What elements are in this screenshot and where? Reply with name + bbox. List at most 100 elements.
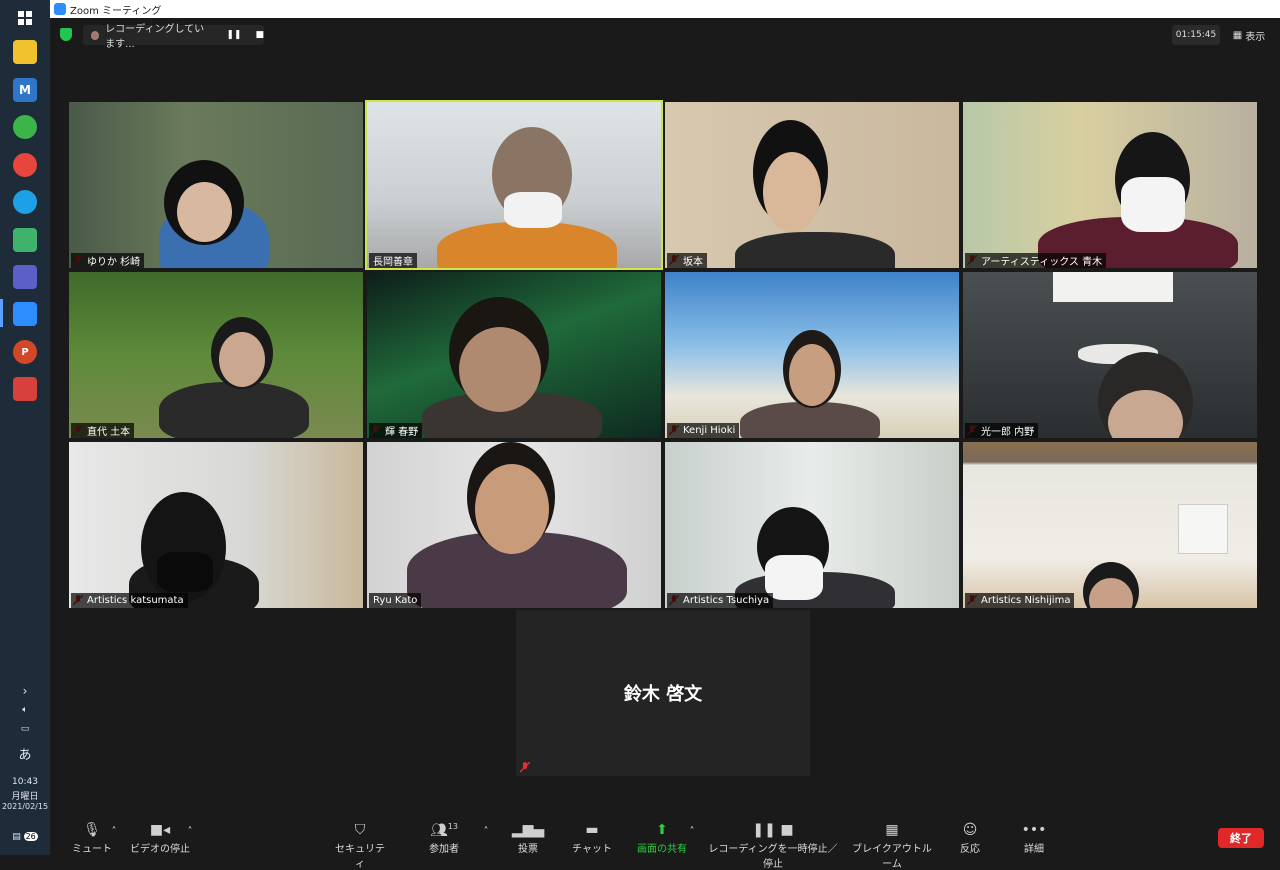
recording-pause-button[interactable]: ❚❚: [226, 30, 241, 40]
air-conditioner: [1178, 504, 1228, 554]
windows-start-icon[interactable]: [13, 6, 37, 30]
chart-app-icon[interactable]: [13, 377, 37, 401]
video-tile-active-speaker[interactable]: 長岡善章: [365, 100, 663, 270]
end-meeting-button[interactable]: 終了: [1218, 828, 1264, 848]
clock-day: 月曜日: [11, 792, 39, 802]
window-titlebar: Zoom ミーティング: [50, 0, 1280, 18]
stop-video-button[interactable]: ■◂ ビデオの停止: [130, 822, 190, 855]
video-tile[interactable]: Artistics Nishijima: [963, 442, 1257, 608]
recording-control-label: レコーディングを一時停止／停止: [708, 844, 838, 870]
notification-icon: ▤: [12, 832, 21, 842]
face-mask: [765, 555, 823, 600]
chevron-up-icon: ˄: [187, 826, 193, 837]
file-explorer-icon[interactable]: [13, 40, 37, 64]
salesforce-icon[interactable]: [13, 190, 37, 214]
video-tile-camera-off[interactable]: 鈴木 啓文: [516, 610, 810, 776]
reactions-button[interactable]: ☺︎ 反応: [956, 822, 984, 855]
window-title: Zoom ミーティング: [70, 5, 162, 17]
encryption-shield-icon[interactable]: [60, 28, 72, 41]
recording-status-text: レコーディングしています...: [105, 24, 205, 50]
chevron-up-icon[interactable]: ›: [0, 684, 50, 698]
mail-app-icon[interactable]: M: [13, 78, 37, 102]
video-tile[interactable]: Artistics Tsuchiya: [665, 442, 959, 608]
recording-stop-button[interactable]: ■: [255, 30, 264, 40]
evernote-icon[interactable]: [13, 115, 37, 139]
zoom-taskbar-icon[interactable]: [13, 302, 37, 326]
video-tile[interactable]: 光一郎 内野: [963, 272, 1257, 438]
participant-figure: [735, 232, 895, 268]
video-tile[interactable]: Kenji Hioki: [665, 272, 959, 438]
video-tile[interactable]: Artistics katsumata: [69, 442, 363, 608]
video-tile[interactable]: ゆりか 杉崎: [69, 102, 363, 268]
participant-display-name: 鈴木 啓文: [623, 684, 703, 705]
participant-name: ゆりか 杉崎: [71, 253, 145, 268]
meeting-toolbar: 🎙︎ ミュート ˄ ■◂ ビデオの停止 ˄ ⛉ セキュリティ 👥︎13 参加者 …: [50, 818, 1280, 870]
chat-button[interactable]: ▬ チャット: [572, 822, 612, 855]
face-mask: [157, 552, 213, 592]
grid-icon: ▦: [1232, 29, 1243, 41]
chat-label: チャット: [572, 844, 612, 855]
reactions-label: 反応: [960, 844, 980, 855]
chat-bubble-icon: ▬: [585, 822, 599, 838]
participant-name: 輝 春野: [369, 423, 423, 438]
share-options-caret[interactable]: ˄: [686, 826, 698, 837]
notification-center[interactable]: ▤ 26: [0, 832, 50, 842]
participant-name: アーティスティックス 青木: [965, 253, 1107, 268]
video-tile[interactable]: 輝 春野: [367, 272, 661, 438]
zoom-logo-icon: [54, 3, 66, 15]
mute-label: ミュート: [72, 844, 112, 855]
meeting-area: レコーディングしています... ❚❚ ■ 01:15:45 ▦ 表示 ゆりか 杉…: [50, 18, 1280, 870]
video-tile[interactable]: アーティスティックス 青木: [963, 102, 1257, 268]
participants-options-caret[interactable]: ˄: [480, 826, 492, 837]
clock-time[interactable]: 10:43: [0, 777, 50, 787]
notification-count: 26: [23, 832, 38, 841]
participant-name: 長岡善章: [369, 253, 417, 268]
participant-name: Artistics Tsuchiya: [667, 593, 774, 608]
volume-icon[interactable]: 🔈︎: [0, 705, 50, 715]
chrome-icon[interactable]: [13, 153, 37, 177]
video-tile[interactable]: 直代 土本: [69, 272, 363, 438]
share-screen-label: 画面の共有: [637, 844, 687, 855]
polling-button[interactable]: ▂▆▄ 投票: [510, 822, 546, 855]
teams-icon[interactable]: [13, 265, 37, 289]
participant-name: 光一郎 内野: [965, 423, 1039, 438]
participant-name: Artistics Nishijima: [965, 593, 1075, 608]
pause-stop-recording-button[interactable]: ❚❚ ■ レコーディングを一時停止／停止: [704, 822, 842, 870]
face-mask: [504, 192, 562, 228]
participants-button[interactable]: 👥︎13 参加者: [424, 822, 464, 855]
calendar-app-icon[interactable]: [13, 228, 37, 252]
stop-video-label: ビデオの停止: [130, 844, 190, 855]
breakout-rooms-label: ブレイクアウトルーム: [852, 844, 932, 870]
video-tile[interactable]: 坂本: [665, 102, 959, 268]
breakout-rooms-button[interactable]: ▦ ブレイクアウトルーム: [850, 822, 934, 870]
muted-mic-icon: [520, 762, 530, 773]
smiley-icon: ☺︎: [962, 822, 978, 838]
shield-icon: ⛉: [354, 822, 366, 838]
battery-icon[interactable]: ▭: [0, 724, 50, 734]
video-tile[interactable]: Ryu Kato: [367, 442, 661, 608]
participant-face: [177, 182, 232, 242]
participant-name: Ryu Kato: [369, 593, 422, 608]
view-button-label: 表示: [1245, 31, 1266, 43]
audio-options-caret[interactable]: ˄: [108, 826, 120, 837]
view-button[interactable]: ▦ 表示: [1228, 25, 1270, 45]
more-button[interactable]: ••• 詳細: [1020, 822, 1048, 855]
face-mask: [1121, 177, 1185, 232]
more-label: 詳細: [1024, 844, 1044, 855]
ellipsis-icon: •••: [1021, 822, 1047, 838]
video-camera-icon: ■◂: [149, 822, 171, 838]
participant-count: 13: [447, 822, 458, 831]
participant-face: [789, 344, 835, 406]
security-button[interactable]: ⛉ セキュリティ: [335, 822, 385, 870]
recording-dot-icon: [91, 30, 100, 40]
powerpoint-icon[interactable]: P: [13, 340, 37, 364]
share-screen-icon: ⬆︎: [656, 822, 668, 838]
polling-label: 投票: [518, 844, 538, 855]
participant-name: 坂本: [667, 253, 707, 268]
ime-indicator[interactable]: あ: [0, 744, 50, 763]
participants-icon: 👥︎13: [430, 822, 458, 839]
video-options-caret[interactable]: ˄: [184, 826, 196, 837]
active-app-indicator: [0, 299, 3, 327]
participant-face: [763, 152, 821, 232]
share-screen-button[interactable]: ⬆︎ 画面の共有: [636, 822, 688, 855]
